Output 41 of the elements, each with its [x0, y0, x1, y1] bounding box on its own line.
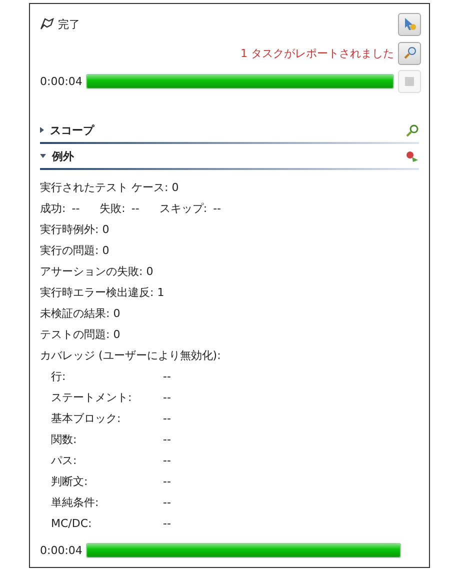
coverage-value: --: [163, 453, 171, 469]
section-header[interactable]: 例外: [40, 148, 74, 164]
bug-icon[interactable]: [405, 150, 419, 162]
coverage-label: 行:: [51, 369, 67, 385]
stat-line: アサーションの失敗: 0: [40, 264, 154, 280]
report-message: 1 タスクがレポートされました: [240, 46, 394, 60]
result-value: --: [131, 201, 140, 217]
elapsed-time: 0:00:04: [40, 544, 82, 556]
stat-line: テストの問題: 0: [40, 327, 120, 343]
cursor-icon[interactable]: [398, 12, 421, 36]
coverage-label: 関数:: [51, 432, 78, 448]
coverage-value: --: [163, 411, 171, 427]
status-label: 完了: [58, 16, 80, 32]
elapsed-time: 0:00:04: [40, 74, 82, 88]
result-value: --: [213, 201, 222, 217]
coverage-heading: カバレッジ (ユーザーにより無効化):: [40, 348, 221, 364]
coverage-label: 単純条件:: [51, 495, 100, 511]
coverage-value: --: [163, 369, 171, 385]
coverage-label: ステートメント:: [51, 390, 133, 406]
coverage-label: パス:: [51, 453, 78, 469]
result-value: --: [72, 201, 80, 217]
flag-icon: [40, 18, 54, 30]
section-header[interactable]: スコープ: [40, 122, 94, 138]
stat-line: 未検証の結果: 0: [40, 306, 120, 322]
coverage-label: MC/DC:: [51, 516, 93, 532]
stat-line: 実行の問題: 0: [40, 243, 110, 259]
coverage-value: --: [163, 390, 171, 406]
search-icon[interactable]: [398, 42, 421, 64]
stat-line: 実行されたテスト ケース: 0: [40, 180, 179, 196]
coverage-value: --: [163, 474, 171, 490]
stat-line: 実行時例外: 0: [40, 222, 110, 238]
result-label: 成功:: [40, 201, 66, 217]
coverage-value: --: [163, 516, 171, 532]
coverage-label: 基本ブロック:: [51, 411, 122, 427]
result-label: スキップ:: [159, 201, 208, 217]
coverage-value: --: [163, 495, 171, 511]
result-label: 失敗:: [100, 201, 126, 217]
coverage-label: 判断文:: [51, 474, 89, 490]
stat-line: 実行時エラー検出違反: 1: [40, 285, 164, 301]
magnifier-icon[interactable]: [405, 124, 419, 136]
coverage-value: --: [163, 432, 171, 448]
